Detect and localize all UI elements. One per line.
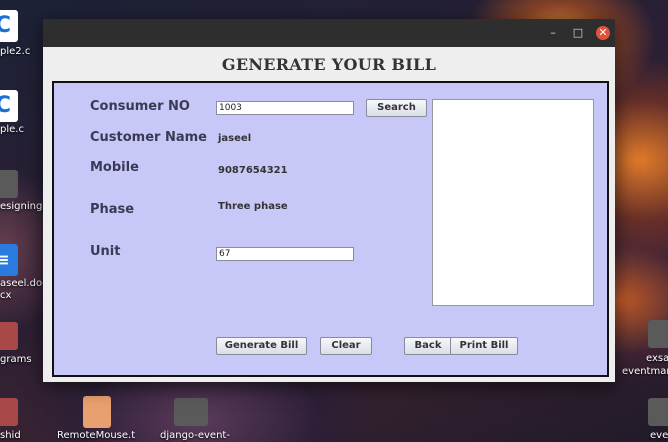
folder-icon[interactable] [0, 322, 18, 350]
bill-form-panel: Consumer NO 1003 Search Customer Name ja… [52, 81, 609, 377]
consumer-no-label: Consumer NO [90, 99, 190, 114]
search-button[interactable]: Search [366, 99, 427, 117]
mobile-label: Mobile [90, 160, 139, 175]
consumer-no-input[interactable]: 1003 [216, 101, 354, 115]
desktop-icon-label: exsa [646, 353, 668, 364]
desktop-icon-label: ple2.c [0, 46, 31, 57]
c-file-icon[interactable]: C [0, 90, 18, 122]
c-file-icon[interactable]: C [0, 10, 18, 42]
desktop-icon-label: aseel.do- [0, 278, 46, 289]
desktop-icon-label: shid [0, 430, 21, 441]
bill-output-area[interactable] [432, 99, 594, 306]
customer-name-value: jaseel [218, 133, 252, 144]
desktop-icon-label: ple.c [0, 124, 24, 135]
phase-label: Phase [90, 202, 135, 217]
folder-icon[interactable] [0, 170, 18, 198]
folder-icon[interactable] [648, 398, 668, 426]
clear-button[interactable]: Clear [320, 337, 372, 355]
desktop-icon-label: cx [0, 290, 12, 301]
doc-file-icon[interactable]: ≡ [0, 244, 18, 276]
desktop-icon-label: django-event- [160, 430, 230, 441]
maximize-icon[interactable]: □ [571, 26, 585, 40]
unit-label: Unit [90, 244, 121, 259]
close-icon[interactable]: ✕ [596, 26, 610, 40]
customer-name-label: Customer Name [90, 130, 207, 145]
folder-icon[interactable] [174, 398, 208, 426]
print-bill-button[interactable]: Print Bill [450, 337, 518, 355]
folder-icon[interactable] [648, 320, 668, 348]
minimize-icon[interactable]: – [546, 26, 560, 40]
desktop-icon-label: eve [650, 430, 668, 441]
phase-value: Three phase [218, 201, 288, 212]
desktop-icon-label: grams [0, 354, 32, 365]
page-title: GENERATE YOUR BILL [221, 55, 437, 74]
generate-bill-button[interactable]: Generate Bill [216, 337, 307, 355]
window-titlebar[interactable]: – □ ✕ [43, 19, 615, 47]
desktop-icon-label: esigning [0, 201, 43, 212]
unit-input[interactable]: 67 [216, 247, 354, 261]
mobile-value: 9087654321 [218, 165, 288, 176]
archive-file-icon[interactable] [83, 396, 111, 428]
folder-icon[interactable] [0, 398, 18, 426]
bill-window: – □ ✕ GENERATE YOUR BILL Consumer NO 100… [43, 19, 615, 382]
back-button[interactable]: Back [404, 337, 452, 355]
desktop-icon-label: RemoteMouse.t [57, 430, 136, 441]
desktop-icon-label: eventmar [622, 366, 668, 377]
